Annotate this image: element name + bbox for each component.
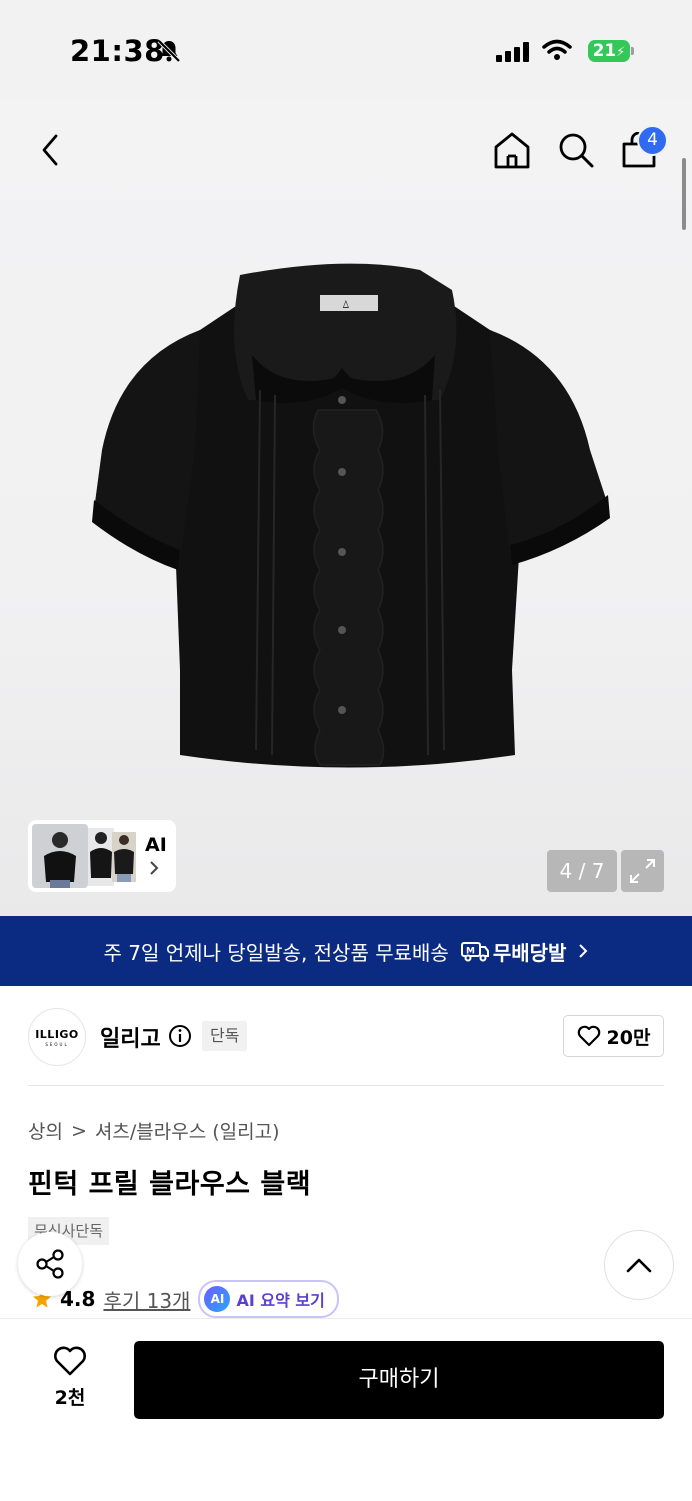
heart-icon xyxy=(577,1025,600,1047)
expand-icon[interactable] xyxy=(621,850,664,892)
ai-summary-label: AI 요약 보기 xyxy=(236,1291,325,1310)
bolt-glyph: ⚡ xyxy=(616,45,626,60)
model-thumbnail xyxy=(112,832,136,882)
info-icon[interactable] xyxy=(168,1024,192,1048)
ai-badge-icon: AI xyxy=(204,1286,231,1312)
search-icon[interactable] xyxy=(556,130,596,170)
rating-row: 4.8 후기 13개 AI AI 요약 보기 xyxy=(32,1280,339,1318)
buy-button[interactable]: 구매하기 xyxy=(134,1341,664,1419)
badge-label: 무배당발 xyxy=(492,940,567,965)
signal-icon xyxy=(496,42,530,62)
model-thumbnail xyxy=(88,828,114,886)
product-image[interactable]: ꕔ xyxy=(80,250,620,790)
wishlist-button[interactable]: 2천 xyxy=(40,1345,100,1410)
home-icon[interactable] xyxy=(492,130,532,170)
divider xyxy=(28,1085,664,1086)
bell-slash-icon xyxy=(157,39,181,63)
brand-like-button[interactable]: 20만 xyxy=(563,1015,664,1057)
brand-like-count: 20만 xyxy=(606,1026,651,1049)
share-button[interactable] xyxy=(18,1232,82,1296)
back-icon[interactable] xyxy=(36,132,64,168)
ai-label[interactable]: AI xyxy=(145,834,167,856)
brand-logo[interactable]: ILLIGO SEOUL xyxy=(28,1008,86,1066)
svg-text:M: M xyxy=(466,947,475,957)
cart-count-badge: 4 xyxy=(637,125,668,156)
battery-tip xyxy=(631,47,634,55)
exclusive-badge: 단독 xyxy=(202,1021,248,1051)
shipping-banner[interactable]: 주 7일 언제나 당일발송, 전상품 무료배송 M 무배당발 xyxy=(0,916,692,986)
image-counter: 4 / 7 xyxy=(547,850,617,892)
product-title: 핀턱 프릴 블라우스 블랙 xyxy=(28,1169,312,1200)
model-thumbnail xyxy=(32,824,88,888)
brand-name[interactable]: 일리고 xyxy=(100,1021,161,1053)
breadcrumb-category[interactable]: 상의 xyxy=(28,1117,63,1144)
chevron-right-icon[interactable] xyxy=(149,860,159,880)
free-delivery-badge: M 무배당발 xyxy=(460,937,567,966)
chevron-right-icon xyxy=(579,944,588,958)
breadcrumb: 상의 > 셔츠/블라우스 (일리고) xyxy=(28,1117,279,1144)
svg-text:ꕔ: ꕔ xyxy=(342,298,350,311)
truck-icon: M xyxy=(460,942,489,962)
wishlist-count: 2천 xyxy=(54,1387,86,1409)
reviews-link[interactable]: 후기 13개 xyxy=(103,1285,190,1314)
battery-level: 21 xyxy=(592,41,617,61)
heart-icon xyxy=(54,1346,86,1376)
status-time: 21:38 xyxy=(70,34,165,68)
wifi-icon xyxy=(542,39,572,60)
scroll-to-top-button[interactable] xyxy=(604,1230,674,1300)
breadcrumb-subcategory[interactable]: 셔츠/블라우스 (일리고) xyxy=(95,1117,280,1144)
chevron-up-icon xyxy=(626,1258,652,1273)
banner-text: 주 7일 언제나 당일발송, 전상품 무료배송 xyxy=(103,940,449,965)
battery-charging-icon: 21⚡ xyxy=(588,40,630,62)
breadcrumb-separator: > xyxy=(70,1119,87,1142)
ai-summary-button[interactable]: AI AI 요약 보기 xyxy=(198,1280,339,1318)
scrollbar[interactable] xyxy=(682,158,686,230)
share-icon xyxy=(36,1249,64,1279)
ai-style-thumbnails[interactable] xyxy=(28,820,176,892)
